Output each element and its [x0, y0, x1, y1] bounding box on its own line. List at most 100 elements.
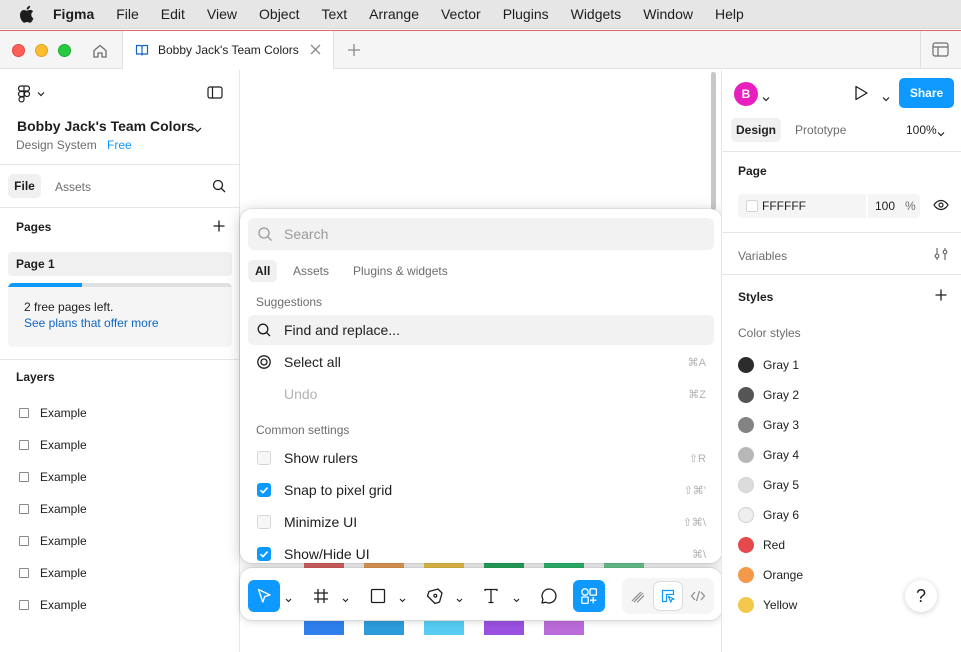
layer-item[interactable]: Example [0, 589, 240, 621]
variables-icon[interactable] [934, 247, 948, 264]
window-minimize-button[interactable] [35, 44, 48, 57]
avatar[interactable]: B [734, 82, 758, 106]
color-swatch[interactable] [746, 200, 758, 212]
page-opacity-value[interactable]: 100 [875, 199, 895, 213]
chevron-down-icon[interactable] [882, 91, 890, 105]
layer-item[interactable]: Example [0, 397, 240, 429]
close-icon[interactable] [309, 43, 322, 59]
layer-item[interactable]: Example [0, 429, 240, 461]
action-undo[interactable]: Undo ⌘Z [248, 379, 714, 409]
checkbox-checked[interactable] [257, 483, 271, 497]
menu-app[interactable]: Figma [53, 6, 94, 22]
quick-actions-search-input[interactable] [284, 225, 684, 243]
setting-minimize-ui[interactable]: Minimize UI ⇧⌘\ [248, 507, 714, 537]
menu-object[interactable]: Object [259, 6, 299, 22]
see-plans-link[interactable]: See plans that offer more [24, 316, 159, 330]
chevron-down-icon[interactable] [513, 592, 520, 606]
frame-tool-button[interactable] [305, 580, 337, 612]
draw-mode-button[interactable] [624, 582, 652, 610]
filter-plugins-widgets[interactable]: Plugins & widgets [353, 260, 448, 282]
page-color-hex[interactable]: FFFFFF [762, 199, 806, 213]
shape-tool-button[interactable] [362, 580, 394, 612]
pen-tool-button[interactable] [419, 580, 451, 612]
tab-file[interactable]: File [8, 174, 41, 198]
menu-file[interactable]: File [116, 6, 139, 22]
layer-item[interactable]: Example [0, 493, 240, 525]
window-close-button[interactable] [12, 44, 25, 57]
search-icon[interactable] [212, 179, 226, 196]
menu-plugins[interactable]: Plugins [503, 6, 549, 22]
actions-button[interactable] [573, 580, 605, 612]
tab-assets[interactable]: Assets [55, 180, 91, 194]
chevron-down-icon[interactable] [937, 126, 945, 140]
color-swatch [738, 567, 754, 583]
menu-text[interactable]: Text [321, 6, 347, 22]
sidebar-icon[interactable] [932, 42, 949, 60]
menu-widgets[interactable]: Widgets [571, 6, 622, 22]
plan-badge[interactable]: Free [107, 138, 132, 152]
color-style-item[interactable]: Gray 4 [738, 440, 938, 470]
menu-arrange[interactable]: Arrange [369, 6, 419, 22]
help-button[interactable]: ? [905, 580, 937, 612]
setting-show-rulers[interactable]: Show rulers ⇧R [248, 443, 714, 473]
filter-assets[interactable]: Assets [293, 260, 329, 282]
chevron-down-icon[interactable] [342, 592, 349, 606]
menu-window[interactable]: Window [643, 6, 693, 22]
tab-design[interactable]: Design [731, 118, 781, 142]
panel-toggle-icon[interactable] [207, 86, 223, 102]
color-style-item[interactable]: Red [738, 530, 938, 560]
comment-tool-button[interactable] [533, 580, 565, 612]
main-menu-button[interactable] [17, 85, 45, 103]
play-icon[interactable] [852, 84, 870, 105]
text-tool-button[interactable] [475, 580, 507, 612]
chevron-down-icon[interactable] [193, 122, 202, 136]
chevron-down-icon[interactable] [456, 592, 463, 606]
home-icon[interactable] [90, 41, 110, 61]
checkbox-checked[interactable] [257, 547, 271, 561]
variables-title[interactable]: Variables [738, 249, 787, 263]
color-style-item[interactable]: Gray 1 [738, 350, 938, 380]
color-style-item[interactable]: Gray 2 [738, 380, 938, 410]
layer-item[interactable]: Example [0, 557, 240, 589]
menu-view[interactable]: View [207, 6, 237, 22]
setting-snap-pixel-grid[interactable]: Snap to pixel grid ⇧⌘' [248, 475, 714, 505]
color-style-item[interactable]: Gray 3 [738, 410, 938, 440]
action-select-all[interactable]: Select all ⌘A [248, 347, 714, 377]
add-page-icon[interactable] [212, 219, 226, 236]
file-tab[interactable]: Bobby Jack's Team Colors [122, 31, 334, 69]
layer-item[interactable]: Example [0, 461, 240, 493]
move-tool-button[interactable] [248, 580, 280, 612]
tab-prototype[interactable]: Prototype [795, 123, 846, 137]
chevron-down-icon[interactable] [285, 592, 292, 606]
share-button[interactable]: Share [899, 78, 954, 108]
zoom-level[interactable]: 100% [906, 123, 937, 137]
color-style-item[interactable]: Gray 6 [738, 500, 938, 530]
layer-item[interactable]: Example [0, 525, 240, 557]
file-name[interactable]: Bobby Jack's Team Colors [17, 118, 194, 134]
quick-actions-search[interactable] [248, 218, 714, 250]
canvas-scrollbar[interactable] [711, 72, 716, 210]
menu-vector[interactable]: Vector [441, 6, 481, 22]
section-suggestions: Suggestions [256, 295, 323, 309]
color-style-name: Gray 4 [763, 448, 800, 462]
menu-help[interactable]: Help [715, 6, 744, 22]
dev-mode-button[interactable] [684, 582, 712, 610]
page-item[interactable]: Page 1 [8, 252, 232, 276]
design-mode-button[interactable] [654, 582, 682, 610]
page-color-field[interactable]: FFFFFF [738, 194, 866, 218]
chevron-down-icon[interactable] [399, 592, 406, 606]
add-style-icon[interactable] [934, 288, 948, 305]
checkbox[interactable] [257, 515, 271, 529]
color-style-item[interactable]: Gray 5 [738, 470, 938, 500]
apple-icon[interactable] [19, 5, 37, 23]
plus-icon[interactable] [345, 41, 363, 62]
filter-all[interactable]: All [248, 260, 278, 282]
chevron-down-icon[interactable] [762, 91, 770, 105]
menu-edit[interactable]: Edit [161, 6, 185, 22]
checkbox[interactable] [257, 451, 271, 465]
setting-show-hide-ui[interactable]: Show/Hide UI ⌘\ [248, 539, 714, 563]
eye-icon[interactable] [933, 199, 949, 214]
window-zoom-button[interactable] [58, 44, 71, 57]
page-opacity-field[interactable]: 100 % [868, 194, 920, 218]
action-find-replace[interactable]: Find and replace... [248, 315, 714, 345]
